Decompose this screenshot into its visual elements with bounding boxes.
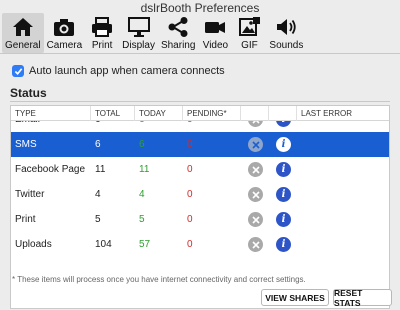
cell-today: 5 bbox=[139, 214, 145, 225]
cell-type: SMS bbox=[15, 139, 37, 150]
info-button[interactable]: i bbox=[276, 162, 291, 177]
cell-type: Facebook Page bbox=[15, 164, 86, 175]
tab-label: Sharing bbox=[160, 40, 196, 51]
close-icon bbox=[251, 165, 260, 174]
pending-note: * These items will process once you have… bbox=[12, 275, 306, 284]
column-header-today[interactable]: TODAY bbox=[135, 106, 183, 121]
tab-sharing[interactable]: Sharing bbox=[158, 13, 198, 53]
column-header-clear bbox=[241, 106, 269, 121]
cell-pending: 0 bbox=[187, 214, 193, 225]
cell-total: 104 bbox=[95, 239, 112, 250]
column-header-type[interactable]: TYPE bbox=[11, 106, 91, 121]
preferences-toolbar: General Camera Print Display Sharing Vid… bbox=[0, 13, 400, 54]
checkmark-icon bbox=[14, 67, 22, 75]
reset-stats-button[interactable]: RESET STATS bbox=[333, 288, 392, 308]
info-button[interactable]: i bbox=[276, 237, 291, 252]
clear-button[interactable] bbox=[248, 237, 263, 252]
status-heading: Status bbox=[10, 86, 47, 100]
auto-launch-option[interactable]: Auto launch app when camera connects bbox=[12, 65, 225, 77]
close-icon bbox=[251, 140, 260, 149]
tab-label: General bbox=[5, 40, 41, 51]
tab-label: GIF bbox=[241, 40, 258, 51]
tab-video[interactable]: Video bbox=[198, 13, 232, 53]
cell-type: Uploads bbox=[15, 239, 52, 250]
tab-camera[interactable]: Camera bbox=[44, 13, 86, 53]
cell-pending: 0 bbox=[187, 239, 193, 250]
tab-print[interactable]: Print bbox=[85, 13, 119, 53]
camera-icon bbox=[54, 19, 75, 36]
table-row[interactable]: SMS 6 6 0 i bbox=[11, 132, 389, 157]
close-icon bbox=[251, 190, 260, 199]
auto-launch-label: Auto launch app when camera connects bbox=[29, 65, 225, 77]
column-header-info bbox=[269, 106, 297, 121]
table-row[interactable]: Facebook Page 11 11 0 i bbox=[11, 157, 389, 182]
clear-button[interactable] bbox=[248, 212, 263, 227]
cell-type: Print bbox=[15, 214, 36, 225]
view-shares-button[interactable]: VIEW SHARES bbox=[261, 289, 329, 306]
tab-label: Sounds bbox=[269, 40, 304, 51]
cell-total: 4 bbox=[95, 189, 101, 200]
cell-type: Twitter bbox=[15, 189, 45, 200]
tab-sounds[interactable]: Sounds bbox=[266, 13, 306, 53]
cell-total: 5 bbox=[95, 214, 101, 225]
cell-pending: 0 bbox=[187, 139, 193, 150]
column-header-pending[interactable]: PENDING* bbox=[183, 106, 241, 121]
house-icon bbox=[12, 18, 33, 36]
clear-button[interactable] bbox=[248, 137, 263, 152]
tab-label: Video bbox=[202, 40, 229, 51]
cell-pending: 0 bbox=[187, 189, 193, 200]
close-icon bbox=[251, 215, 260, 224]
cell-today: 57 bbox=[139, 239, 151, 250]
info-button[interactable]: i bbox=[276, 187, 291, 202]
gif-image-icon bbox=[239, 17, 261, 36]
cell-today: 6 bbox=[139, 139, 145, 150]
general-pane: Auto launch app when camera connects Sta… bbox=[0, 55, 400, 310]
tab-label: Display bbox=[122, 40, 155, 51]
tab-label: Camera bbox=[46, 40, 83, 51]
speaker-icon bbox=[277, 19, 297, 35]
tab-display[interactable]: Display bbox=[119, 13, 158, 53]
info-button[interactable]: i bbox=[276, 137, 291, 152]
close-icon bbox=[251, 240, 260, 249]
clear-button[interactable] bbox=[248, 162, 263, 177]
clear-button[interactable] bbox=[248, 187, 263, 202]
monitor-icon bbox=[127, 17, 150, 37]
info-button[interactable]: i bbox=[276, 212, 291, 227]
divider bbox=[10, 101, 390, 102]
video-camera-icon bbox=[205, 22, 226, 33]
auto-launch-checkbox[interactable] bbox=[12, 65, 24, 77]
printer-icon bbox=[92, 17, 113, 37]
table-row[interactable]: Uploads 104 57 0 i bbox=[11, 232, 389, 257]
cell-today: 11 bbox=[139, 164, 150, 175]
cell-today: 4 bbox=[139, 189, 145, 200]
tab-general[interactable]: General bbox=[2, 13, 44, 53]
cell-total: 6 bbox=[95, 139, 101, 150]
column-header-total[interactable]: TOTAL bbox=[91, 106, 135, 121]
table-row[interactable]: Print 5 5 0 i bbox=[11, 207, 389, 232]
tab-label: Print bbox=[91, 40, 113, 51]
table-header: TYPE TOTAL TODAY PENDING* LAST ERROR bbox=[11, 106, 389, 121]
share-icon bbox=[168, 17, 188, 37]
cell-total: 11 bbox=[95, 164, 106, 175]
column-header-last-error[interactable]: LAST ERROR bbox=[297, 106, 389, 121]
table-row[interactable]: Twitter 4 4 0 i bbox=[11, 182, 389, 207]
tab-gif[interactable]: GIF bbox=[232, 13, 266, 53]
cell-pending: 0 bbox=[187, 164, 193, 175]
